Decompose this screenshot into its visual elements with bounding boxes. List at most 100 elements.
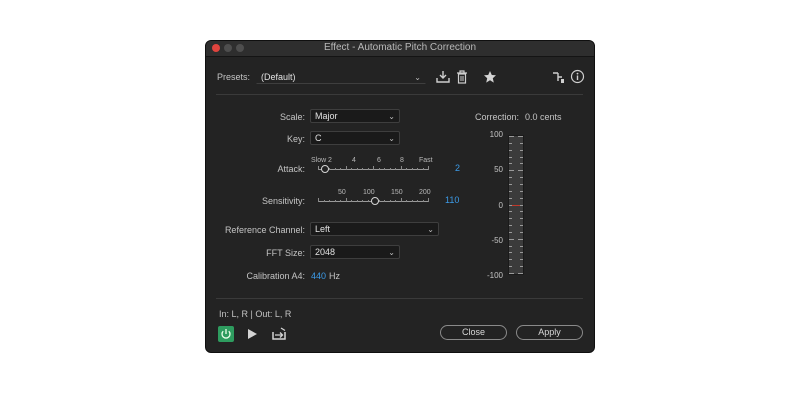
chevron-down-icon: ⌄ [388,248,395,257]
slider-tick [346,166,347,170]
calibration-label: Calibration A4: [246,271,305,281]
sensitivity-label: Sensitivity: [261,196,305,206]
sensitivity-value[interactable]: 110 [445,195,459,205]
scale-value: Major [315,111,338,121]
slider-tick [340,168,341,170]
slider-tick [368,168,369,170]
presets-dropdown[interactable]: (Default) ⌄ [256,70,426,84]
loop-icon[interactable] [272,327,286,340]
slider-tick [395,200,396,202]
attack-value[interactable]: 2 [455,163,460,173]
close-button[interactable]: Close [440,325,507,340]
io-routing-text: In: L, R | Out: L, R [219,309,292,319]
routing-icon[interactable] [552,70,564,84]
attack-slider[interactable] [318,165,429,177]
divider-bottom [216,298,583,299]
meter-tick [520,252,523,253]
meter-tick [509,266,512,267]
window-title: Effect - Automatic Pitch Correction [323,42,477,53]
meter-tick [520,157,523,158]
trash-icon[interactable] [456,70,468,84]
slider-tick [324,200,325,202]
fft-size-label: FFT Size: [266,248,305,258]
chevron-down-icon: ⌄ [414,73,421,82]
chevron-down-icon: ⌄ [388,112,395,121]
meter-scale-label: 0 [498,201,503,210]
slider-tick [406,200,407,202]
slider-tick [335,168,336,170]
scale-dropdown[interactable]: Major ⌄ [310,109,400,123]
meter-tick [509,246,512,247]
slider-tick [362,200,363,202]
slider-tick [368,200,369,202]
slider-tick [412,200,413,202]
presets-label: Presets: [217,72,251,82]
slider-tick [379,168,380,170]
slider-tick [351,200,352,202]
effect-window: Effect - Automatic Pitch Correction Pres… [205,40,595,353]
meter-tick [520,177,523,178]
meter-scale-label: 100 [489,130,503,139]
key-value: C [315,133,322,143]
slider-tick [412,168,413,170]
attack-tick-label: 2 [328,157,332,164]
slider-tick [417,168,418,170]
meter-scale-label: 50 [494,165,503,174]
attack-tick-label: 8 [400,157,404,164]
slider-tick [390,168,391,170]
meter-tick [520,184,523,185]
meter-tick [520,259,523,260]
slider-tick [329,200,330,202]
meter-tick [520,218,523,219]
meter-tick [518,136,523,137]
meter-tick [509,225,512,226]
slider-tick [357,168,358,170]
sensitivity-slider[interactable] [318,197,429,209]
slider-tick [417,200,418,202]
scale-label: Scale: [279,112,305,122]
slider-tick [373,166,374,170]
fft-size-dropdown[interactable]: 2048 ⌄ [310,245,400,259]
sensitivity-tick-label: 200 [419,189,431,196]
meter-tick [509,259,512,260]
slider-thumb[interactable] [320,165,329,173]
slider-thumb[interactable] [371,197,380,205]
meter-tick [509,191,512,192]
meter-tick [520,246,523,247]
meter-tick [520,191,523,192]
sensitivity-tick-label: 50 [338,189,346,196]
meter-tick [520,143,523,144]
fft-size-value: 2048 [315,247,336,257]
meter-tick [520,211,523,212]
slider-tick [335,200,336,202]
star-icon[interactable] [483,70,497,84]
presets-value: (Default) [261,72,296,82]
meter-tick [518,170,523,171]
download-icon[interactable] [436,70,450,84]
attack-tick-label: Slow [311,157,327,164]
meter-tick [509,136,514,137]
reference-channel-dropdown[interactable]: Left ⌄ [310,222,439,236]
key-label: Key: [286,134,305,144]
slider-tick [390,200,391,202]
meter-tick [509,239,514,240]
attack-label: Attack: [277,164,305,174]
meter-tick [509,218,512,219]
play-icon[interactable] [246,328,258,340]
key-dropdown[interactable]: C ⌄ [310,131,400,145]
meter-scale-label: -100 [486,271,503,280]
meter-tick [520,232,523,233]
meter-scale-label: -50 [491,236,503,245]
sensitivity-tick-label: 150 [391,189,403,196]
power-icon[interactable] [218,326,234,342]
slider-tick [362,168,363,170]
meter-tick [509,143,512,144]
slider-tick [395,168,396,170]
slider-tick [351,168,352,170]
meter-tick [509,184,512,185]
calibration-value[interactable]: 440 [311,271,326,281]
info-icon[interactable] [570,69,585,84]
meter-tick [509,211,512,212]
apply-button[interactable]: Apply [516,325,583,340]
meter-tick [520,266,523,267]
